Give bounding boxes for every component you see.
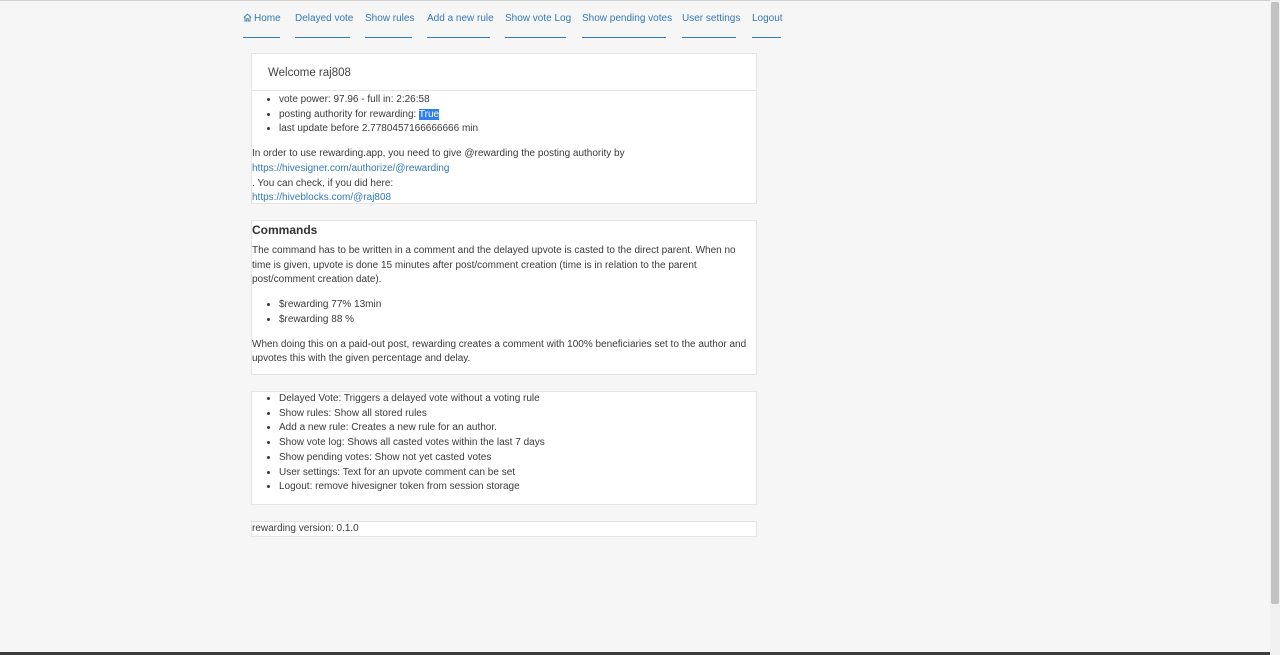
- welcome-title: Welcome raj808: [252, 54, 756, 91]
- nav-show-rules[interactable]: Show rules: [365, 11, 414, 38]
- command-examples: $rewarding 77% 13min $rewarding 88 %: [252, 298, 756, 327]
- feature-item: Delayed Vote: Triggers a delayed vote wi…: [279, 392, 756, 407]
- features-card: Delayed Vote: Triggers a delayed vote wi…: [251, 391, 757, 505]
- nav-logout[interactable]: Logout: [752, 11, 783, 38]
- window-top-border: [0, 0, 1270, 1]
- feature-item: User settings: Text for an upvote commen…: [279, 466, 756, 481]
- check-text: . You can check, if you did here:: [252, 177, 394, 189]
- feature-item: Show rules: Show all stored rules: [279, 407, 756, 422]
- account-stats-list: vote power: 97.96 - full in: 2:26:58 pos…: [252, 93, 756, 137]
- vote-power: vote power: 97.96 - full in: 2:26:58: [279, 93, 756, 108]
- feature-item: Logout: remove hivesigner token from ses…: [279, 480, 756, 495]
- features-list: Delayed Vote: Triggers a delayed vote wi…: [252, 392, 756, 495]
- feature-item: Add a new rule: Creates a new rule for a…: [279, 421, 756, 436]
- version-footer: rewarding version: 0.1.0: [251, 521, 757, 537]
- scrollbar-thumb[interactable]: [1271, 2, 1279, 604]
- command-example: $rewarding 88 %: [279, 313, 756, 328]
- nav-delayed-vote[interactable]: Delayed vote: [295, 11, 353, 38]
- authorize-link[interactable]: https://hivesigner.com/authorize/@reward…: [252, 163, 449, 174]
- posting-authority: posting authority for rewarding: True: [279, 108, 756, 123]
- nav-show-pending-votes[interactable]: Show pending votes: [582, 11, 672, 38]
- nav-show-vote-log[interactable]: Show vote Log: [505, 11, 571, 38]
- nav-user-settings[interactable]: User settings: [682, 11, 740, 38]
- posting-authority-label: posting authority for rewarding:: [279, 108, 419, 120]
- nav-add-rule[interactable]: Add a new rule: [427, 11, 494, 38]
- authority-instructions: In order to use rewarding.app, you need …: [252, 147, 756, 206]
- last-update: last update before 2.7780457166666666 mi…: [279, 122, 756, 137]
- nav-home[interactable]: Home: [243, 11, 281, 38]
- commands-card: Commands The command has to be written i…: [251, 220, 757, 375]
- posting-authority-value: True: [418, 108, 440, 120]
- feature-item: Show pending votes: Show not yet casted …: [279, 451, 756, 466]
- home-icon: [243, 12, 252, 28]
- feature-item: Show vote log: Shows all casted votes wi…: [279, 436, 756, 451]
- commands-title: Commands: [252, 223, 318, 237]
- nav-home-label: Home: [254, 13, 281, 24]
- commands-note: When doing this on a paid-out post, rewa…: [252, 338, 747, 365]
- version-text: rewarding version: 0.1.0: [252, 523, 359, 534]
- welcome-card: Welcome raj808 vote power: 97.96 - full …: [251, 53, 757, 204]
- check-link[interactable]: https://hiveblocks.com/@raj808: [252, 192, 391, 203]
- commands-description: The command has to be written in a comme…: [252, 245, 736, 286]
- intro-text: In order to use rewarding.app, you need …: [252, 148, 625, 160]
- command-example: $rewarding 77% 13min: [279, 298, 756, 313]
